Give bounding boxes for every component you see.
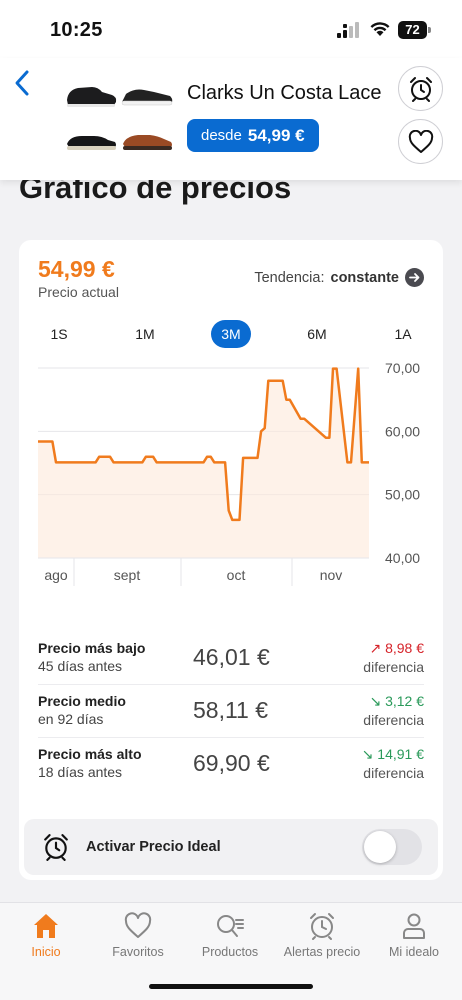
tab-productos[interactable]: Productos — [184, 911, 276, 959]
battery-icon: 72 — [398, 21, 431, 39]
home-icon — [34, 914, 58, 938]
stat-diff-label: diferencia — [363, 712, 424, 728]
current-price: 54,99 € — [38, 256, 115, 282]
x-tick-label: nov — [320, 567, 343, 583]
stat-sub: 18 días antes — [38, 764, 123, 780]
tab-mi-idealo[interactable]: Mi idealo — [368, 911, 460, 959]
toggle-knob — [364, 831, 396, 863]
alarm-clock-icon — [409, 76, 432, 102]
price-stats: Precio más bajo 45 días antes 46,01 € ↗ … — [38, 632, 424, 791]
cellular-signal-icon — [337, 22, 359, 38]
trend-value: constante — [330, 269, 400, 286]
stat-row-lowest: Precio más bajo 45 días antes 46,01 € ↗ … — [38, 632, 424, 685]
stat-diff: ↘ 3,12 € diferencia — [363, 693, 424, 728]
user-icon — [403, 913, 425, 939]
stat-label: Precio medio — [38, 693, 126, 709]
range-1a[interactable]: 1A — [383, 320, 423, 348]
stat-diff-value: ↗ 8,98 € — [369, 640, 424, 656]
price-from-value: 54,99 € — [247, 125, 305, 145]
product-header: Clarks Un Costa Lace desde 54,99 € — [0, 58, 462, 180]
current-price-label: Precio actual — [38, 284, 119, 300]
favorite-button[interactable] — [398, 119, 443, 164]
arrow-right-icon — [405, 268, 424, 287]
status-bar: 10:25 72 — [0, 0, 462, 58]
tab-label: Alertas precio — [283, 945, 361, 959]
price-chart-card: 54,99 € Precio actual Tendencia: constan… — [19, 240, 443, 880]
alarm-clock-icon — [310, 913, 334, 940]
y-tick-label: 50,00 — [385, 487, 420, 503]
trend-label: Tendencia: — [254, 269, 325, 286]
tab-favoritos[interactable]: Favoritos — [92, 911, 184, 959]
heart-icon — [124, 912, 152, 938]
stat-value: 46,01 € — [193, 644, 270, 670]
back-chevron-icon[interactable] — [8, 68, 38, 98]
x-tick-label: oct — [227, 567, 246, 583]
stat-sub: 45 días antes — [38, 658, 123, 674]
trend-link[interactable]: Tendencia: constante — [254, 268, 424, 287]
product-image-black-shoe-side — [121, 89, 173, 106]
y-tick-label: 40,00 — [385, 550, 420, 566]
x-tick-label: ago — [44, 567, 68, 583]
wifi-icon — [370, 22, 390, 36]
range-1m[interactable]: 1M — [125, 320, 165, 348]
home-indicator — [149, 984, 313, 989]
tab-alertas-precio[interactable]: Alertas precio — [276, 911, 368, 959]
y-tick-label: 60,00 — [385, 423, 420, 439]
stat-label: Precio más bajo — [38, 640, 146, 656]
stat-diff: ↘ 14,91 € diferencia — [362, 746, 424, 781]
range-selector: 1S 1M 3M 6M 1A — [19, 320, 443, 350]
status-time: 10:25 — [50, 19, 103, 41]
range-6m[interactable]: 6M — [297, 320, 337, 348]
stat-row-highest: Precio más alto 18 días antes 69,90 € ↘ … — [38, 738, 424, 791]
tab-label: Mi idealo — [388, 945, 440, 959]
alarm-clock-icon — [44, 834, 68, 861]
x-tick-label: sept — [114, 567, 141, 583]
stat-sub: en 92 días — [38, 711, 104, 727]
heart-icon — [408, 129, 433, 153]
range-1s[interactable]: 1S — [39, 320, 79, 348]
product-title: Clarks Un Costa Lace — [187, 82, 382, 104]
ideal-price-row: Activar Precio Ideal — [24, 819, 438, 875]
tab-inicio[interactable]: Inicio — [0, 911, 92, 959]
product-image-black-shoe-pair — [67, 136, 116, 150]
price-from-button[interactable]: desde 54,99 € — [187, 119, 319, 152]
price-alert-button[interactable] — [398, 66, 443, 111]
battery-level: 72 — [398, 21, 427, 39]
product-image-black-shoe — [67, 87, 117, 107]
price-history-chart: 70,00 60,00 50,00 40,00 ago sept oct nov — [38, 360, 420, 586]
product-image-brown-shoe — [123, 135, 172, 150]
ideal-price-label: Activar Precio Ideal — [86, 839, 221, 855]
stat-diff: ↗ 8,98 € diferencia — [363, 640, 424, 675]
tab-label: Favoritos — [112, 945, 164, 959]
ideal-price-toggle[interactable] — [362, 829, 422, 865]
search-list-icon — [217, 915, 244, 937]
stat-diff-label: diferencia — [363, 659, 424, 675]
range-3m[interactable]: 3M — [211, 320, 251, 348]
stat-value: 58,11 € — [193, 697, 269, 723]
tab-label: Inicio — [31, 945, 61, 959]
stat-diff-value: ↘ 14,91 € — [361, 746, 424, 762]
stat-row-average: Precio medio en 92 días 58,11 € ↘ 3,12 €… — [38, 685, 424, 738]
price-from-label: desde — [201, 127, 242, 144]
stat-value: 69,90 € — [193, 750, 270, 776]
tab-label: Productos — [201, 945, 259, 959]
stat-label: Precio más alto — [38, 746, 142, 762]
y-tick-label: 70,00 — [385, 360, 420, 376]
stat-diff-label: diferencia — [363, 765, 424, 781]
stat-diff-value: ↘ 3,12 € — [369, 693, 424, 709]
